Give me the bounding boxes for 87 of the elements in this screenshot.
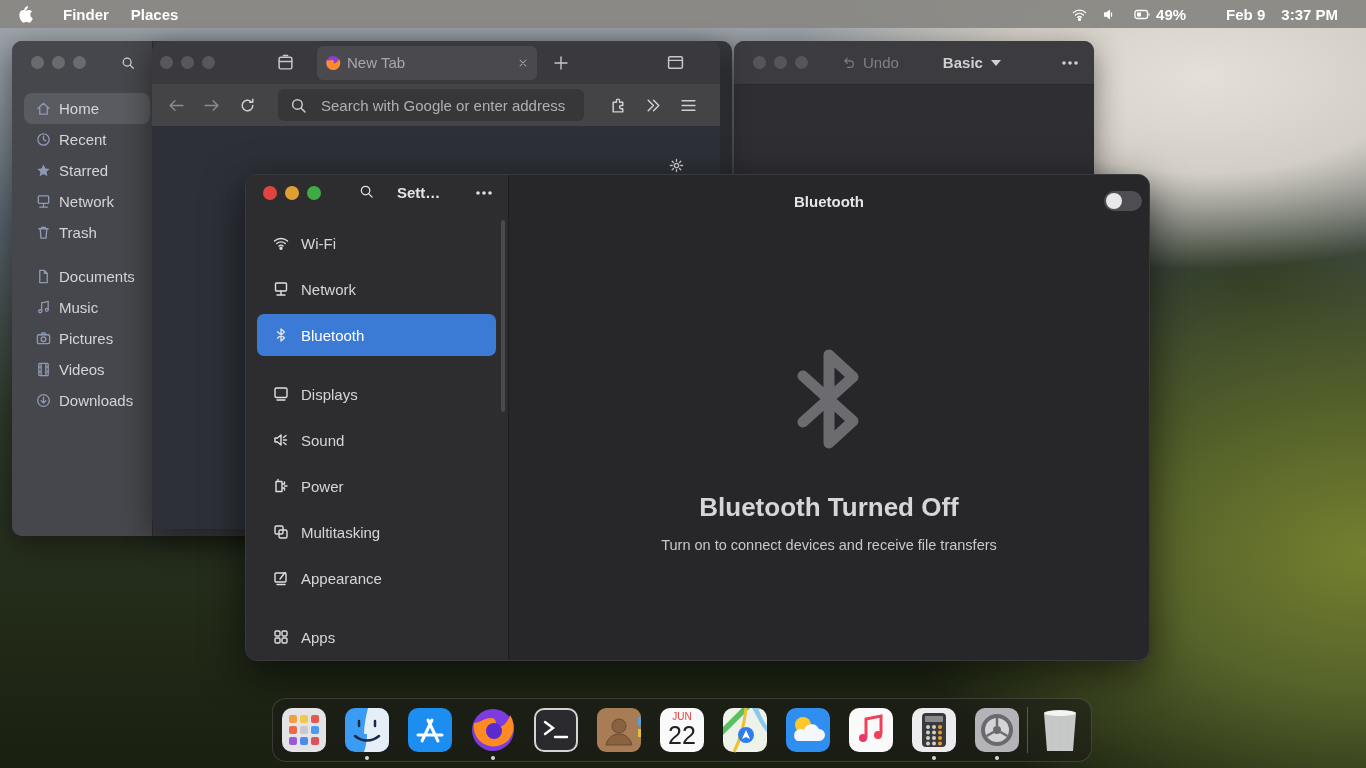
cloud-sun-icon[interactable]	[785, 707, 831, 753]
computer-icon	[36, 194, 51, 209]
sidebar-item[interactable]: Trash	[24, 217, 150, 248]
calendar-month: JUN	[672, 711, 692, 722]
caret-icon	[990, 59, 1001, 66]
calendar-day: 22	[668, 722, 696, 748]
fox-globe-icon[interactable]	[470, 707, 516, 753]
running-indicator	[995, 756, 999, 760]
star-icon	[36, 163, 51, 178]
gear-icon[interactable]	[974, 707, 1020, 753]
music-note-icon	[36, 300, 51, 315]
more-icon[interactable]	[1062, 60, 1078, 65]
calculator-icon[interactable]	[911, 707, 957, 753]
app-store-icon[interactable]	[407, 707, 453, 753]
bluetooth-toggle[interactable]	[1104, 191, 1142, 211]
more-icon[interactable]	[476, 190, 492, 195]
sidebar-item[interactable]: Power	[257, 463, 496, 509]
sidebar-item[interactable]: Bluetooth	[257, 314, 496, 356]
speaker-icon	[273, 432, 289, 448]
date-text[interactable]: Feb 9	[1226, 5, 1266, 23]
monitor-icon	[273, 386, 289, 402]
apple-icon[interactable]	[17, 5, 33, 23]
film-icon	[36, 362, 51, 377]
menu-item[interactable]: Places	[130, 5, 179, 23]
running-indicator	[365, 756, 369, 760]
maximize-button[interactable]	[307, 185, 321, 200]
sidebar-item[interactable]: Multitasking	[257, 509, 496, 555]
download-icon	[36, 393, 51, 408]
sidebar-item[interactable]: Network	[257, 266, 496, 312]
minimize-button[interactable]	[285, 185, 299, 200]
plug-icon	[273, 478, 289, 494]
undo-arrow-icon	[842, 56, 855, 69]
calendar-icon[interactable]: JUN 22	[660, 708, 704, 752]
search-icon[interactable]	[359, 183, 374, 199]
overlapping-windows-icon	[273, 524, 289, 540]
sidebar-item[interactable]: Pictures	[24, 323, 150, 354]
map-icon[interactable]	[722, 707, 768, 753]
sidebar-item[interactable]: Starred	[24, 155, 150, 186]
browser-logo-icon	[325, 54, 341, 71]
smiley-face-icon[interactable]	[344, 707, 390, 753]
sidebar-item[interactable]: Home	[24, 93, 150, 124]
sidebar-item[interactable]: Videos	[24, 354, 150, 385]
document-icon	[36, 269, 51, 284]
sidebar-item[interactable]: Sound	[257, 417, 496, 463]
terminal-icon[interactable]	[533, 707, 579, 753]
window-title: Sett…	[397, 184, 441, 201]
clock-icon	[36, 132, 51, 147]
mode-dropdown[interactable]: Basic	[942, 54, 1001, 71]
computer-icon	[273, 281, 289, 297]
reload-icon[interactable]	[239, 96, 256, 114]
app-grid-icon	[273, 629, 289, 645]
trash-icon	[36, 225, 51, 240]
tab-list-icon[interactable]	[277, 54, 294, 71]
battery-icon[interactable]	[1134, 8, 1151, 20]
double-chevron-icon[interactable]	[645, 96, 662, 114]
status-title: Bluetooth Turned Off	[699, 492, 959, 523]
sidebar-item[interactable]: Recent	[24, 124, 150, 155]
battery-percentage: 49%	[1156, 5, 1187, 23]
sidebar-item[interactable]: Apps	[257, 614, 496, 660]
close-button[interactable]	[263, 185, 277, 200]
status-message: Turn on to connect devices and receive file transfers	[661, 537, 997, 553]
address-field[interactable]: Search with Google or enter address	[278, 89, 584, 121]
contacts-book-icon[interactable]	[596, 707, 642, 753]
plus-icon[interactable]	[553, 54, 569, 71]
wifi-icon	[273, 235, 289, 251]
app-name[interactable]: Finder	[63, 5, 109, 23]
settings-icon[interactable]	[669, 158, 684, 173]
sidebar-item[interactable]: Documents	[24, 261, 150, 292]
monitor-brush-icon	[273, 570, 289, 586]
sidebar-item[interactable]: Appearance	[257, 555, 496, 601]
panel-title: Bluetooth	[794, 192, 864, 210]
browser-tab[interactable]: New Tab	[317, 45, 537, 80]
sidebar-item[interactable]: Downloads	[24, 385, 150, 416]
running-indicator	[932, 756, 936, 760]
running-indicator	[491, 756, 495, 760]
app-grid-icon[interactable]	[281, 707, 327, 753]
camera-icon	[36, 331, 51, 346]
sidebar-item[interactable]: Network	[24, 186, 150, 217]
music-note-icon[interactable]	[848, 707, 894, 753]
sidebar-item[interactable]: Music	[24, 292, 150, 323]
sidebar-item[interactable]: Wi-Fi	[257, 220, 496, 266]
clock-text[interactable]: 3:37 PM	[1281, 5, 1338, 23]
window-icon[interactable]	[667, 54, 684, 71]
sidebar-item[interactable]: Displays	[257, 371, 496, 417]
search-icon[interactable]	[121, 55, 135, 70]
home-icon	[36, 101, 51, 116]
search-icon	[290, 96, 307, 114]
